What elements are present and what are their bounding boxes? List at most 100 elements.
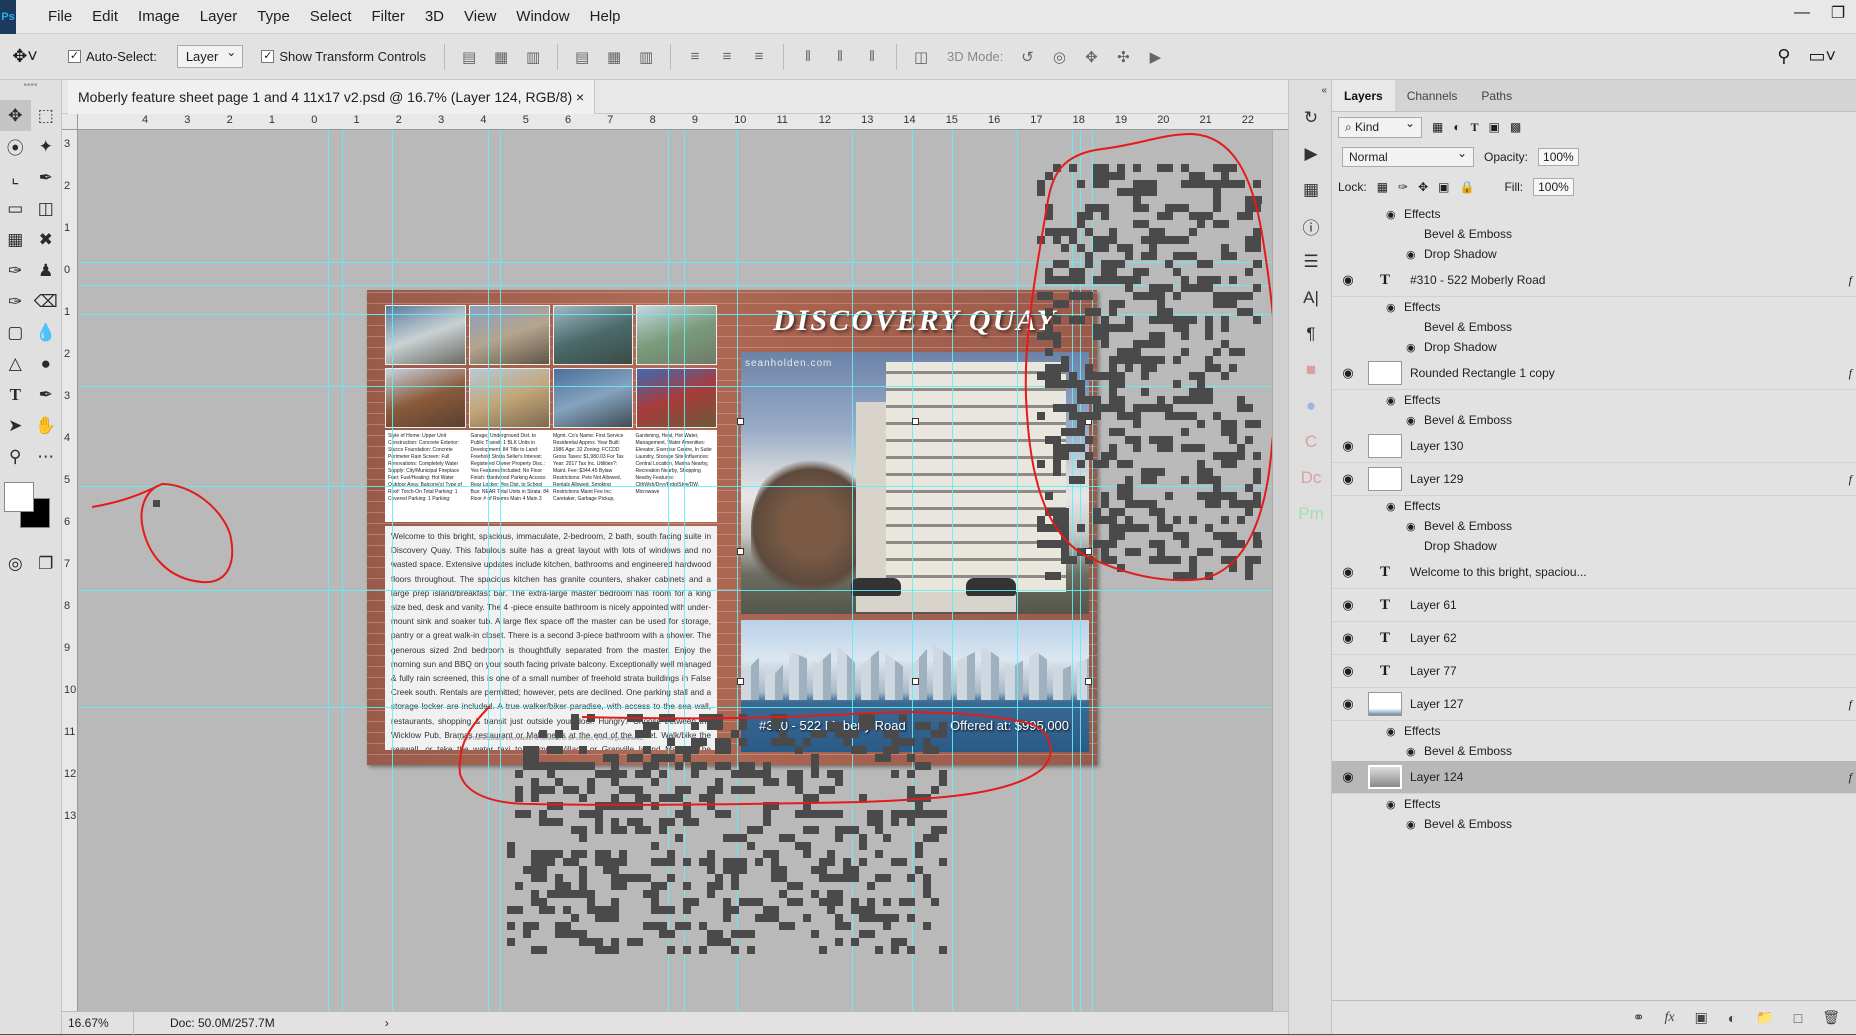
layer-effect-item[interactable]: Drop Shadow — [1332, 536, 1856, 556]
menu-view[interactable]: View — [454, 0, 506, 34]
eye-icon[interactable]: ◉ — [1332, 630, 1364, 646]
plugin-icon[interactable]: ● — [1289, 388, 1333, 424]
distribute-right-icon[interactable]: ‖ — [856, 48, 888, 65]
marquee-tool-icon[interactable]: ⬚ — [31, 100, 62, 131]
search-icon[interactable]: ⚲ — [1777, 46, 1790, 67]
menu-window[interactable]: Window — [506, 0, 579, 34]
character-icon[interactable]: A| — [1289, 280, 1333, 316]
layer-effect-item[interactable]: ◉ Bevel & Emboss — [1332, 741, 1856, 761]
layer-effects[interactable]: ◉ Effects — [1332, 794, 1856, 814]
layer-row[interactable]: ◉ T Layer 62 — [1332, 622, 1856, 655]
blend-mode-dropdown[interactable]: Normal — [1342, 146, 1474, 167]
eye-icon[interactable]: ◉ — [1332, 564, 1364, 580]
menu-help[interactable]: Help — [580, 0, 631, 34]
pen-tool-icon[interactable]: ✒ — [31, 379, 62, 410]
transform-handle[interactable] — [737, 418, 744, 425]
kind-filter-dropdown[interactable]: ⌕ Kind — [1338, 116, 1422, 138]
vertical-ruler[interactable]: 3 2 1 0 1 2 3 4 5 6 7 8 9 10 11 12 13 — [62, 130, 78, 1011]
eye-icon[interactable]: ◉ — [1332, 272, 1364, 288]
3d-roll-icon[interactable]: ◎ — [1043, 48, 1075, 66]
filter-adjustment-icon[interactable]: ◐ — [1453, 120, 1460, 134]
plugin-icon[interactable]: Dc — [1289, 460, 1333, 496]
close-tab-icon[interactable]: × — [576, 89, 584, 105]
lock-position-icon[interactable]: ✥ — [1418, 180, 1428, 194]
filter-type-icon[interactable]: T — [1471, 120, 1479, 135]
layer-row[interactable]: ◉ T Layer 61 — [1332, 589, 1856, 622]
auto-align-icon[interactable]: ◫ — [905, 48, 937, 66]
dodge-tool-icon[interactable]: ● — [31, 348, 62, 379]
transform-handle[interactable] — [1085, 678, 1092, 685]
fx-icon[interactable]: f — [1849, 697, 1852, 712]
eye-icon[interactable]: ◉ — [1406, 414, 1424, 427]
eye-icon[interactable]: ◉ — [1386, 725, 1404, 738]
vertical-scrollbar[interactable] — [1272, 130, 1288, 1011]
tab-channels[interactable]: Channels — [1395, 80, 1470, 111]
layer-effect-item[interactable]: ◉ Drop Shadow — [1332, 337, 1856, 357]
eye-icon[interactable]: ◉ — [1332, 438, 1364, 454]
guide-horizontal[interactable] — [78, 590, 1272, 591]
3d-camera-icon[interactable]: ▶ — [1139, 48, 1171, 66]
screen-mode-icon[interactable]: ❐ — [31, 548, 62, 579]
layer-row[interactable]: ◉ Layer 129 f — [1332, 463, 1856, 496]
workspace-icon[interactable]: ▭˅ — [1808, 46, 1836, 67]
align-top-icon[interactable]: ▤ — [453, 48, 485, 66]
eraser-tool-icon[interactable]: ⌫ — [31, 286, 62, 317]
document-tab[interactable]: Moberly feature sheet page 1 and 4 11x17… — [68, 80, 596, 114]
ruler-corner[interactable] — [62, 114, 78, 130]
lock-image-icon[interactable]: ✑ — [1398, 180, 1408, 194]
patch-tool-icon[interactable]: ◫ — [31, 193, 62, 224]
layer-effects[interactable]: ◉ Effects — [1332, 496, 1856, 516]
layer-effect-item[interactable]: ◉ Drop Shadow — [1332, 244, 1856, 264]
menu-file[interactable]: File — [38, 0, 82, 34]
menu-edit[interactable]: Edit — [82, 0, 128, 34]
type-tool-icon[interactable]: T — [0, 379, 31, 410]
eye-icon[interactable]: ◉ — [1406, 818, 1424, 831]
3d-slide-icon[interactable]: ✣ — [1107, 48, 1139, 66]
menu-layer[interactable]: Layer — [190, 0, 248, 34]
document-page[interactable]: Style of Home: Upper Unit Construction: … — [367, 290, 1097, 765]
layer-row-selected[interactable]: ◉ Layer 124 f — [1332, 761, 1856, 794]
layer-effects[interactable]: ◉ Effects — [1332, 721, 1856, 741]
layer-effect-item[interactable]: Bevel & Emboss — [1332, 224, 1856, 244]
add-mask-icon[interactable]: ▣ — [1695, 1009, 1708, 1026]
layer-row[interactable]: ◉ T #310 - 522 Moberly Road f — [1332, 264, 1856, 297]
eye-icon[interactable]: ◉ — [1406, 745, 1424, 758]
layer-effects[interactable]: ◉ Effects — [1332, 204, 1856, 224]
restore-icon[interactable]: ❐ — [1820, 0, 1856, 26]
layer-effects[interactable]: ◉ Effects — [1332, 297, 1856, 317]
foreground-color-swatch[interactable] — [4, 482, 34, 512]
eye-icon[interactable]: ◉ — [1386, 394, 1404, 407]
eye-icon[interactable]: ◉ — [1386, 500, 1404, 513]
zoom-level-field[interactable]: 16.67% — [62, 1011, 134, 1035]
status-menu-arrow[interactable]: › — [385, 1016, 389, 1030]
fill-input[interactable]: 100% — [1533, 178, 1574, 196]
filter-shape-icon[interactable]: ▣ — [1489, 120, 1500, 134]
eye-icon[interactable]: ◉ — [1406, 341, 1424, 354]
eye-icon[interactable]: ◉ — [1332, 663, 1364, 679]
eye-icon[interactable]: ◉ — [1406, 520, 1424, 533]
triangle-tool-icon[interactable]: △ — [0, 348, 31, 379]
toolbar-grip[interactable]: •••• — [0, 80, 61, 100]
add-style-icon[interactable]: fx — [1665, 1010, 1675, 1026]
menu-filter[interactable]: Filter — [362, 0, 415, 34]
brush-tool-icon[interactable]: ✑ — [0, 255, 31, 286]
fx-icon[interactable]: f — [1849, 273, 1852, 288]
path-select-icon[interactable]: ➤ — [0, 410, 31, 441]
history-brush-icon[interactable]: ✑ — [0, 286, 31, 317]
info-icon[interactable]: ⓘ — [1289, 208, 1333, 244]
new-layer-icon[interactable]: □ — [1794, 1010, 1802, 1026]
eye-icon[interactable]: ◉ — [1386, 208, 1404, 221]
distribute-vcenter-icon[interactable]: ≡ — [711, 48, 743, 65]
3d-pan-icon[interactable]: ✥ — [1075, 48, 1107, 66]
fx-icon[interactable]: f — [1849, 366, 1852, 381]
layer-row[interactable]: ◉ Layer 130 — [1332, 430, 1856, 463]
align-vcenter-icon[interactable]: ▦ — [485, 48, 517, 66]
guide-horizontal[interactable] — [78, 707, 1272, 708]
tab-paths[interactable]: Paths — [1469, 80, 1524, 111]
transform-handle[interactable] — [737, 678, 744, 685]
move-tool-icon[interactable]: ✥ — [0, 100, 31, 131]
menu-image[interactable]: Image — [128, 0, 190, 34]
eyedropper-icon[interactable]: ✒ — [31, 162, 62, 193]
layer-row[interactable]: ◉ Rounded Rectangle 1 copy f — [1332, 357, 1856, 390]
opacity-input[interactable]: 100% — [1538, 148, 1579, 166]
